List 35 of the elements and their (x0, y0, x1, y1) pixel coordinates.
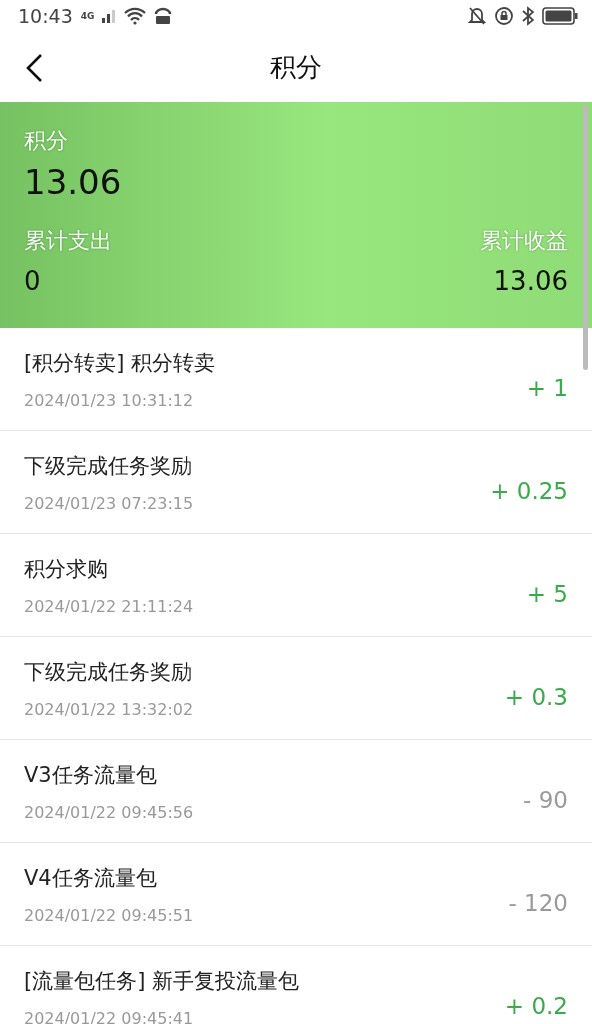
record-title: [积分转卖] 积分转卖 (24, 349, 216, 377)
status-time: 10:43 (18, 5, 73, 27)
record-amount: + 1 (526, 375, 568, 401)
record-amount: + 5 (526, 581, 568, 607)
earned-value: 13.06 (493, 266, 568, 296)
bluetooth-icon (522, 6, 534, 26)
record-title: [流量包任务] 新手复投流量包 (24, 967, 300, 995)
record-title: 下级完成任务奖励 (24, 452, 192, 480)
record-time: 2024/01/22 13:32:02 (24, 699, 194, 719)
record-title: V4任务流量包 (24, 864, 157, 892)
record-title: V3任务流量包 (24, 761, 157, 789)
record-time: 2024/01/22 09:45:51 (24, 905, 194, 925)
record-time: 2024/01/22 09:45:56 (24, 802, 194, 822)
record-title: 下级完成任务奖励 (24, 658, 192, 686)
record-amount: + 0.3 (504, 684, 568, 710)
record-amount: - 120 (508, 890, 568, 916)
record-amount: + 0.25 (490, 478, 568, 504)
signal-icon (102, 9, 117, 23)
record-title: 积分求购 (24, 555, 108, 583)
record-amount: + 0.2 (504, 993, 568, 1019)
points-label: 积分 (24, 127, 68, 155)
battery-icon (542, 7, 578, 25)
rotation-lock-icon (494, 6, 514, 26)
page-title: 积分 (270, 50, 322, 84)
bell-off-icon (468, 6, 486, 26)
record-time: 2024/01/23 10:31:12 (24, 390, 194, 410)
record-time: 2024/01/23 07:23:15 (24, 493, 194, 513)
points-value: 13.06 (24, 162, 122, 202)
network-type: 4G (80, 11, 95, 21)
record-amount: - 90 (523, 787, 568, 813)
earned-label: 累计收益 (480, 227, 568, 255)
spent-label: 累计支出 (24, 227, 112, 255)
spent-value: 0 (24, 266, 41, 296)
record-time: 2024/01/22 21:11:24 (24, 596, 194, 616)
wifi-icon (124, 7, 147, 25)
